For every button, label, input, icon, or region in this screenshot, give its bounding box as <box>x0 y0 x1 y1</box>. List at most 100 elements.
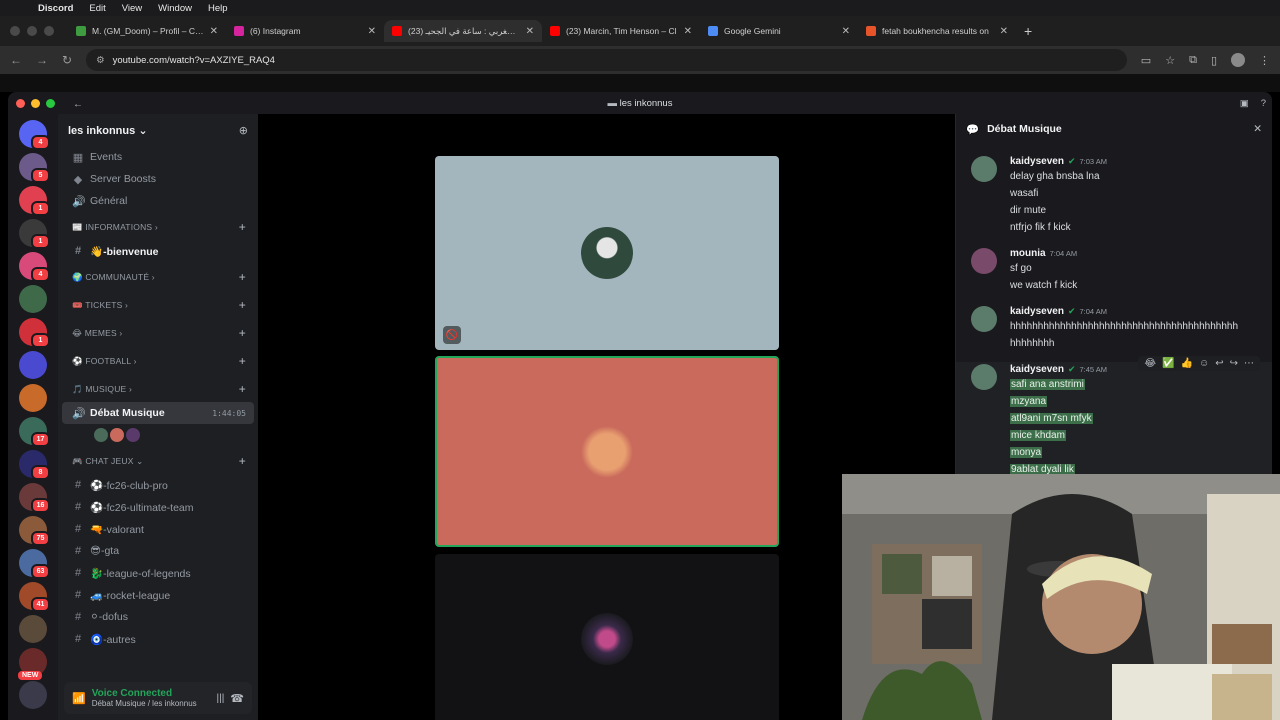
participant-tile-speaking[interactable] <box>435 356 779 547</box>
author-name[interactable]: kaidyseven <box>1010 306 1064 317</box>
author-name[interactable]: mounia <box>1010 248 1046 259</box>
channel-item[interactable]: 🔊 Général <box>62 190 254 212</box>
add-channel-icon[interactable]: + <box>239 270 246 284</box>
menu-window[interactable]: Window <box>150 3 200 14</box>
channel-item[interactable]: # 😎-gta <box>62 540 254 562</box>
forward-icon[interactable]: ↪ <box>1230 358 1238 369</box>
bookmark-star-icon[interactable]: ☆ <box>1165 54 1175 67</box>
avatar[interactable] <box>971 156 997 182</box>
voice-channel-users[interactable] <box>58 424 258 446</box>
tab-close-icon[interactable]: ✕ <box>842 26 850 37</box>
menu-edit[interactable]: Edit <box>81 3 113 14</box>
channel-category[interactable]: 📰 INFORMATIONS › + <box>62 214 254 240</box>
server-icon[interactable]: 75 <box>19 516 50 546</box>
noise-suppression-icon[interactable]: ||| <box>217 693 225 704</box>
channel-item[interactable]: # ⚽-fc26-club-pro <box>62 474 254 496</box>
close-window-button[interactable] <box>10 26 20 36</box>
voice-channel-path[interactable]: Débat Musique / les inkonnus <box>92 699 211 708</box>
channel-item[interactable]: # 👋-bienvenue <box>62 240 254 262</box>
channel-item[interactable]: # 🔫-valorant <box>62 518 254 540</box>
minimize-window-button[interactable] <box>27 26 37 36</box>
reload-icon[interactable]: ↻ <box>62 53 72 67</box>
channel-category[interactable]: ⚽ FOOTBALL › + <box>62 348 254 374</box>
server-icon[interactable]: 41 <box>19 582 50 612</box>
server-icon[interactable] <box>19 384 47 412</box>
participant-tile[interactable] <box>435 554 779 720</box>
avatar[interactable] <box>971 306 997 332</box>
channel-category[interactable]: 🎮 CHAT JEUX ⌄ + <box>62 448 254 474</box>
add-channel-icon[interactable]: + <box>239 298 246 312</box>
server-icon[interactable]: 5 <box>19 153 50 183</box>
menu-view[interactable]: View <box>114 3 150 14</box>
channel-item[interactable]: # ⚽-fc26-ultimate-team <box>62 496 254 518</box>
profile-avatar[interactable] <box>1231 53 1245 67</box>
channel-item[interactable]: # 🚙-rocket-league <box>62 584 254 606</box>
reaction-thumbs-up-icon[interactable]: 👍 <box>1181 358 1193 369</box>
channel-item[interactable]: # 🧿-autres <box>62 628 254 650</box>
channel-category[interactable]: 😂 MEMES › + <box>62 320 254 346</box>
server-icon[interactable] <box>19 285 47 313</box>
chat-message[interactable]: mounia 7:04 AM sf go we watch f kick <box>956 246 1272 294</box>
reaction-check-icon[interactable]: ✅ <box>1162 358 1174 369</box>
server-icon[interactable]: 8 <box>19 450 50 480</box>
browser-tab[interactable]: Google Gemini ✕ <box>700 20 858 42</box>
server-icon[interactable]: 16 <box>19 483 50 513</box>
menu-app-name[interactable]: Discord <box>30 3 81 14</box>
tab-close-icon[interactable]: ✕ <box>368 26 376 37</box>
menu-help[interactable]: Help <box>200 3 236 14</box>
tab-close-icon[interactable]: ✕ <box>526 26 534 37</box>
close-icon[interactable]: ✕ <box>1253 123 1262 135</box>
menu-dots-icon[interactable]: ⋮ <box>1259 54 1270 67</box>
tab-close-icon[interactable]: ✕ <box>1000 26 1008 37</box>
add-channel-icon[interactable]: + <box>239 454 246 468</box>
address-bar[interactable]: ⚙ youtube.com/watch?v=AXZIYE_RAQ4 <box>86 49 1127 71</box>
disconnect-icon[interactable]: ☎ <box>230 692 244 705</box>
avatar[interactable] <box>126 428 140 442</box>
author-name[interactable]: kaidyseven <box>1010 364 1064 375</box>
channel-item[interactable]: # ⚪-dofus <box>62 606 254 628</box>
zoom-window-button[interactable] <box>44 26 54 36</box>
server-icon[interactable] <box>19 681 47 709</box>
add-channel-icon[interactable]: + <box>239 326 246 340</box>
channel-category[interactable]: 🎵 MUSIQUE › + <box>62 376 254 402</box>
voice-status[interactable]: Voice Connected <box>92 688 211 699</box>
browser-tab[interactable]: فيلم مغربي : ساعة في الجحيـ (23) ✕ <box>384 20 542 42</box>
help-icon[interactable]: ? <box>1261 98 1266 109</box>
reply-icon[interactable]: ↩ <box>1215 358 1223 369</box>
reaction-laugh-icon[interactable]: 😂 <box>1144 358 1156 369</box>
channel-category[interactable]: 🌍 COMMUNAUTÉ › + <box>62 264 254 290</box>
avatar[interactable] <box>94 428 108 442</box>
invite-people-icon[interactable]: ⊕ <box>239 124 248 137</box>
participant-tile[interactable]: 🚫 <box>435 156 779 350</box>
browser-tab[interactable]: M. (GM_Doom) – Profil – Che ✕ <box>68 20 226 42</box>
browser-tab[interactable]: (23) Marcin, Tim Henson – Cl ✕ <box>542 20 700 42</box>
server-icon[interactable] <box>19 351 47 379</box>
tab-close-icon[interactable]: ✕ <box>684 26 692 37</box>
server-icon[interactable]: 17 <box>19 417 50 447</box>
add-reaction-icon[interactable]: ☺ <box>1199 358 1209 369</box>
avatar[interactable] <box>971 364 997 390</box>
add-channel-icon[interactable]: + <box>239 382 246 396</box>
tab-close-icon[interactable]: ✕ <box>210 26 218 37</box>
inbox-icon[interactable]: ▣ <box>1240 98 1249 109</box>
cast-icon[interactable]: ▭ <box>1141 54 1151 67</box>
avatar[interactable] <box>110 428 124 442</box>
browser-tab[interactable]: fetah boukhencha results on ✕ <box>858 20 1016 42</box>
server-icon[interactable]: 63 <box>19 549 50 579</box>
site-info-icon[interactable]: ⚙ <box>96 55 105 66</box>
direct-messages-icon[interactable]: 4 <box>19 120 50 150</box>
new-tab-button[interactable]: + <box>1016 23 1040 39</box>
add-channel-icon[interactable]: + <box>239 354 246 368</box>
author-name[interactable]: kaidyseven <box>1010 156 1064 167</box>
sidebar-icon[interactable]: ▯ <box>1211 54 1217 67</box>
server-header[interactable]: les inkonnus ⌄ ⊕ <box>58 114 258 146</box>
channel-category[interactable]: 🎟️ TICKETS › + <box>62 292 254 318</box>
extensions-icon[interactable]: ⧉ <box>1189 54 1197 67</box>
chat-message[interactable]: kaidyseven ✔ 7:45 AM safi ana anstrimi mzyan… <box>956 356 1272 478</box>
server-icon[interactable]: 1 <box>19 318 50 348</box>
channel-item[interactable]: 🔊 Débat Musique 1:44:05 <box>62 402 254 424</box>
channel-item[interactable]: ◆ Server Boosts <box>62 168 254 190</box>
channel-item[interactable]: # 🐉-league-of-legends <box>62 562 254 584</box>
server-icon[interactable] <box>19 615 47 643</box>
browser-tab[interactable]: (6) Instagram ✕ <box>226 20 384 42</box>
